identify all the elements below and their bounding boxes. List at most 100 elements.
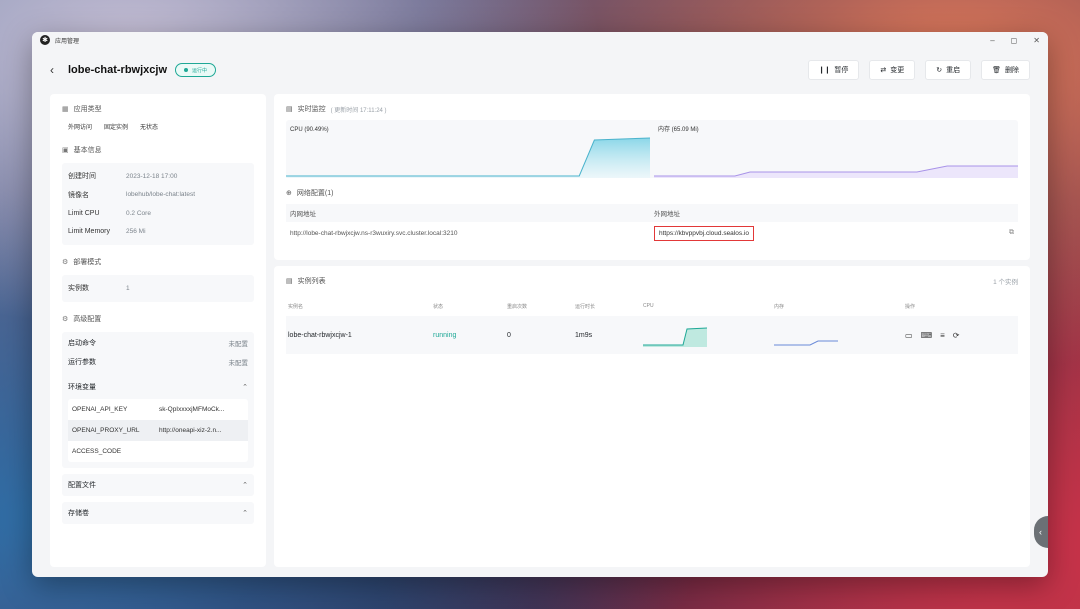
adv-value: 未配置 xyxy=(228,360,249,367)
sealos-logo-icon: ✱ xyxy=(40,35,50,45)
title-bar: ✱ 应用管理 – ◻ ✕ xyxy=(32,32,1048,48)
app-type-section: ▦ 应用类型 xyxy=(62,104,254,114)
restart-icon: ↻ xyxy=(936,67,943,74)
env-row: ACCESS_CODE xyxy=(68,441,248,462)
instance-count: 1 个实例 xyxy=(993,279,1018,286)
trash-icon: 🗑 xyxy=(992,67,1001,74)
info-row-limit-memory: Limit Memory 256 Mi xyxy=(68,223,248,242)
start-command-row: 启动命令 未配置 xyxy=(62,334,254,353)
storage-title: 存储卷 xyxy=(68,509,89,517)
instance-cpu-sparkline xyxy=(643,327,707,347)
cpu-chart: CPU (90.49%) xyxy=(286,120,650,178)
instance-list-title: 实例列表 xyxy=(297,278,326,285)
advanced-config-section: ⚙ 高级配置 xyxy=(62,314,254,324)
col-header: 重启次数 xyxy=(507,303,528,310)
details-icon[interactable]: ≡ xyxy=(940,331,945,340)
table-row: lobe-chat-rbwjxcjw-1 running 0 1m9s ▭ ⌨ … xyxy=(286,316,1018,354)
maximize-icon[interactable]: ◻ xyxy=(1011,36,1018,45)
col-header: 运行时长 xyxy=(575,303,596,310)
network-header: ⊕ 网络配置(1) xyxy=(286,188,1018,198)
minimize-icon[interactable]: – xyxy=(990,36,994,45)
basic-info-box: 创建时间 2023-12-18 17:00 镜像名 lobehub/lobe-c… xyxy=(62,163,254,245)
instance-status: running xyxy=(433,331,457,339)
app-window: ✱ 应用管理 – ◻ ✕ ‹ lobe-chat-rbwjxcjw 运行中 ❙❙… xyxy=(32,32,1048,577)
info-value: 1 xyxy=(126,284,130,292)
adv-key: 启动命令 xyxy=(68,340,96,347)
terminal-icon[interactable]: ⌨ xyxy=(921,331,933,340)
chevron-up-icon: ⌃ xyxy=(242,384,248,391)
deploy-mode-box: 实例数 1 xyxy=(62,275,254,302)
col-header: 状态 xyxy=(433,303,444,310)
logs-icon[interactable]: ▭ xyxy=(905,331,913,340)
storage-box: 存储卷 ⌃ xyxy=(62,501,254,524)
memory-sparkline xyxy=(654,165,1018,178)
chevron-left-icon: ‹ xyxy=(1039,527,1042,537)
info-row-created: 创建时间 2023-12-18 17:00 xyxy=(68,167,248,186)
advanced-config-title: 高级配置 xyxy=(73,315,102,323)
run-args-row: 运行参数 未配置 xyxy=(62,353,254,372)
instance-operations: ▭ ⌨ ≡ ⟳ xyxy=(905,331,1018,340)
back-arrow-icon[interactable]: ‹ xyxy=(50,63,54,77)
app-header: ‹ lobe-chat-rbwjxcjw 运行中 ❙❙ 暂停 ⇄ 变更 ↻ 重启… xyxy=(32,48,1048,92)
instance-list-header: ▤ 实例列表 1 个实例 xyxy=(286,276,1018,286)
col-header: CPU xyxy=(643,303,654,309)
restart-icon[interactable]: ⟳ xyxy=(953,331,960,340)
basic-info-title: 基本信息 xyxy=(73,147,102,154)
env-vars-toggle[interactable]: 环境变量 ⌃ xyxy=(62,378,254,397)
env-row: OPENAI_PROXY_URL http://oneapi-xiz-2.n..… xyxy=(68,419,248,441)
pause-label: 暂停 xyxy=(834,67,849,74)
instance-list-panel: ▤ 实例列表 1 个实例 实例名 状态 重启次数 运行时长 CPU 内存 操作 … xyxy=(274,266,1030,567)
info-row-replicas: 实例数 1 xyxy=(68,279,248,298)
instance-cpu-cell xyxy=(643,323,774,347)
instance-name: lobe-chat-rbwjxcjw-1 xyxy=(288,331,352,339)
storage-toggle[interactable]: 存储卷 ⌃ xyxy=(62,502,254,524)
delete-label: 删除 xyxy=(1005,67,1019,74)
copy-icon[interactable]: ⧉ xyxy=(1009,229,1014,237)
instance-restarts: 0 xyxy=(507,331,511,339)
monitor-header: ▤ 实时监控 ( 更新时间 17:11:24 ) xyxy=(286,104,1018,114)
advanced-config-box: 启动命令 未配置 运行参数 未配置 环境变量 ⌃ OPENAI_API_KEY … xyxy=(62,331,254,468)
basic-info-section: ▣ 基本信息 xyxy=(62,145,254,155)
info-value: 0.2 Core xyxy=(126,209,151,217)
env-value: http://oneapi-xiz-2.n... xyxy=(158,426,222,434)
settings-icon: ⚙ xyxy=(62,315,69,323)
monitor-title: 实时监控 xyxy=(297,106,326,113)
change-button[interactable]: ⇄ 变更 xyxy=(869,60,916,80)
info-value: 2023-12-18 17:00 xyxy=(126,172,178,180)
network-icon: ⊕ xyxy=(286,190,292,197)
info-key: Limit Memory xyxy=(68,228,111,236)
app-type-tags: 外网访问 固定实例 无状态 xyxy=(62,122,254,131)
config-file-toggle[interactable]: 配置文件 ⌃ xyxy=(62,474,254,496)
config-file-title: 配置文件 xyxy=(68,481,96,489)
adv-value: 未配置 xyxy=(228,341,249,348)
deploy-mode-title: 部署模式 xyxy=(73,259,102,266)
gear-icon: ⚙ xyxy=(62,259,69,266)
window-title: 应用管理 xyxy=(55,38,80,45)
env-value: sk-QpIxxxxjMFMoCk... xyxy=(158,405,225,413)
tag-stateless: 无状态 xyxy=(140,125,159,131)
cpu-sparkline xyxy=(286,137,650,178)
info-key: 实例数 xyxy=(68,285,89,293)
pause-icon: ❙❙ xyxy=(818,67,831,74)
sidebar-collapse-handle[interactable]: ‹ xyxy=(1034,516,1048,548)
tag-fixed-instance: 固定实例 xyxy=(104,125,129,131)
restart-button[interactable]: ↻ 重启 xyxy=(925,60,972,80)
chevron-up-icon: ⌃ xyxy=(242,509,248,517)
internal-address: http://lobe-chat-rbwjxcjw.ns-r3wuxiry.sv… xyxy=(290,229,458,237)
status-badge: 运行中 xyxy=(175,63,217,77)
memory-chart: 内存 (65.09 Mi) xyxy=(654,120,1018,178)
info-row-image: 镜像名 lobehub/lobe-chat:latest xyxy=(68,186,248,205)
close-icon[interactable]: ✕ xyxy=(1033,36,1040,45)
env-key: OPENAI_API_KEY xyxy=(72,405,128,413)
instance-table-header: 实例名 状态 重启次数 运行时长 CPU 内存 操作 xyxy=(286,300,1018,312)
chevron-up-icon: ⌃ xyxy=(242,481,248,489)
delete-button[interactable]: 🗑 删除 xyxy=(981,60,1030,80)
pause-button[interactable]: ❙❙ 暂停 xyxy=(807,60,860,80)
network-title: 网络配置(1) xyxy=(296,190,334,197)
monitor-network-panel: ▤ 实时监控 ( 更新时间 17:11:24 ) CPU (90.49%) 内存… xyxy=(274,94,1030,260)
deploy-mode-section: ⚙ 部署模式 xyxy=(62,257,254,267)
env-row: OPENAI_API_KEY sk-QpIxxxxjMFMoCk... xyxy=(68,399,248,420)
info-key: Limit CPU xyxy=(68,209,100,217)
info-box-icon: ▣ xyxy=(62,147,69,154)
external-address-link[interactable]: https://kbvppvbj.cloud.sealos.io xyxy=(654,225,754,241)
